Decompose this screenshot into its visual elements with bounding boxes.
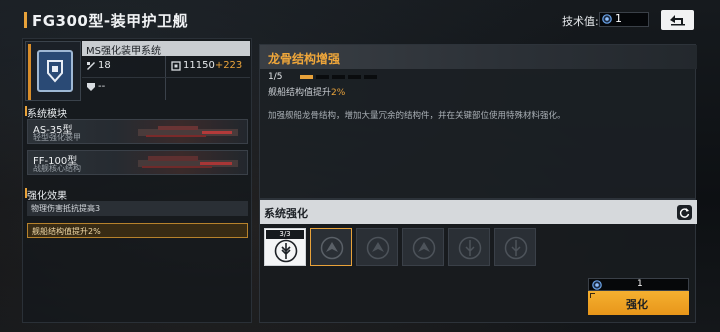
keel-upgrade-icon	[274, 239, 298, 263]
stat-divider-vertical	[165, 56, 166, 100]
enhance-button[interactable]: 强化	[588, 291, 689, 315]
tech-value-label: 技术值:	[562, 15, 599, 28]
enhance-slot-6[interactable]	[494, 228, 536, 266]
armor-stat-icon	[87, 62, 95, 70]
hull-upgrade-icon	[320, 236, 344, 260]
shield-stat-icon	[87, 83, 95, 91]
enhance-cost: 1	[588, 278, 689, 291]
structure-stat-icon	[171, 61, 181, 71]
modules-heading: 系统模块	[25, 105, 67, 120]
refresh-button[interactable]	[677, 205, 692, 220]
upgrade-effect-prefix: 舰船结构值提升	[268, 88, 332, 98]
level-pip-1	[300, 75, 313, 79]
title-accent	[24, 12, 27, 28]
system-enhance-panel: 系统强化 3/3 1 强化	[259, 199, 697, 323]
upgrade-description: 加强舰船龙骨结构，增加大量冗余的结构件，并在关键部位使用特殊材料强化。	[268, 111, 566, 121]
top-bar: FG300型-装甲护卫舰 技术值: 1	[0, 0, 720, 38]
slot-count: 3/3	[266, 230, 304, 239]
module-sub: 战舰核心结构	[33, 164, 81, 173]
upgrade-effect-line: 舰船结构值提升2%	[268, 85, 345, 98]
level-pip-4	[348, 75, 361, 79]
button-corner-mark	[590, 293, 595, 298]
tech-value: 1	[615, 12, 622, 25]
refresh-icon	[679, 208, 690, 218]
upgrade-detail-panel: 龙骨结构增强 1/5 舰船结构值提升2% 加强舰船龙骨结构，增加大量冗余的结构件…	[259, 44, 697, 199]
detail-title-bar: 龙骨结构增强	[260, 45, 697, 69]
level-pip-2	[316, 75, 329, 79]
level-pip-5	[364, 75, 377, 79]
enhance-slot-5[interactable]	[448, 228, 490, 266]
back-button[interactable]	[661, 10, 694, 30]
enhance-button-label: 强化	[626, 298, 648, 311]
stat-armor: 18	[83, 57, 163, 77]
system-emblem	[25, 41, 81, 101]
system-panel: MS强化装甲系统 18 11150+223 -- 系统模块 AS-35型 轻型强…	[22, 38, 252, 323]
emblem-accent	[28, 44, 31, 100]
stat-structure-base: 11150	[183, 60, 215, 71]
effect-row-active: 舰船结构值提升2%	[27, 223, 248, 238]
stat-shield-value: --	[98, 81, 106, 92]
effect-text: 物理伤害抵抗提高3	[31, 204, 101, 213]
hull-upgrade-icon	[366, 236, 390, 260]
effect-row: 物理伤害抵抗提高3	[27, 201, 248, 216]
tech-gem-icon	[602, 14, 612, 24]
tech-gem-icon	[592, 280, 602, 290]
stat-armor-value: 18	[98, 60, 111, 71]
module-art-icon	[138, 156, 238, 168]
keel-upgrade-icon	[458, 236, 482, 260]
system-name: MS强化装甲系统	[86, 46, 161, 57]
effect-text: 舰船结构值提升2%	[32, 227, 101, 236]
enhance-slot-4[interactable]	[402, 228, 444, 266]
upgrade-effect-value: 2%	[331, 88, 346, 98]
enhance-slot-2[interactable]	[310, 228, 352, 266]
hull-upgrade-icon	[412, 236, 436, 260]
page-title: FG300型-装甲护卫舰	[32, 12, 189, 30]
enhance-slot-1[interactable]: 3/3	[264, 228, 306, 266]
upgrade-title: 龙骨结构增强	[268, 52, 341, 66]
system-name-bar: MS强化装甲系统	[82, 41, 250, 57]
stat-structure-bonus: +223	[214, 60, 243, 71]
stat-structure-value: 11150+223	[183, 60, 242, 71]
module-card-ff100[interactable]: FF-100型 战舰核心结构	[27, 150, 248, 175]
armor-shield-icon	[37, 50, 73, 92]
level-pip-3	[332, 75, 345, 79]
keel-upgrade-icon	[504, 236, 528, 260]
stat-structure: 11150+223	[168, 57, 250, 77]
effects-heading: 强化效果	[25, 187, 67, 202]
enhance-title: 系统强化	[264, 207, 308, 220]
enhance-slot-3[interactable]	[356, 228, 398, 266]
module-sub: 轻型强化装甲	[33, 133, 81, 142]
stat-shield: --	[83, 78, 163, 98]
module-card-as35[interactable]: AS-35型 轻型强化装甲	[27, 119, 248, 144]
module-art-icon	[138, 126, 238, 137]
upgrade-level: 1/5	[268, 72, 283, 82]
back-icon	[670, 15, 685, 26]
enhance-header: 系统强化	[260, 200, 697, 224]
enhance-cost-value: 1	[637, 279, 643, 289]
